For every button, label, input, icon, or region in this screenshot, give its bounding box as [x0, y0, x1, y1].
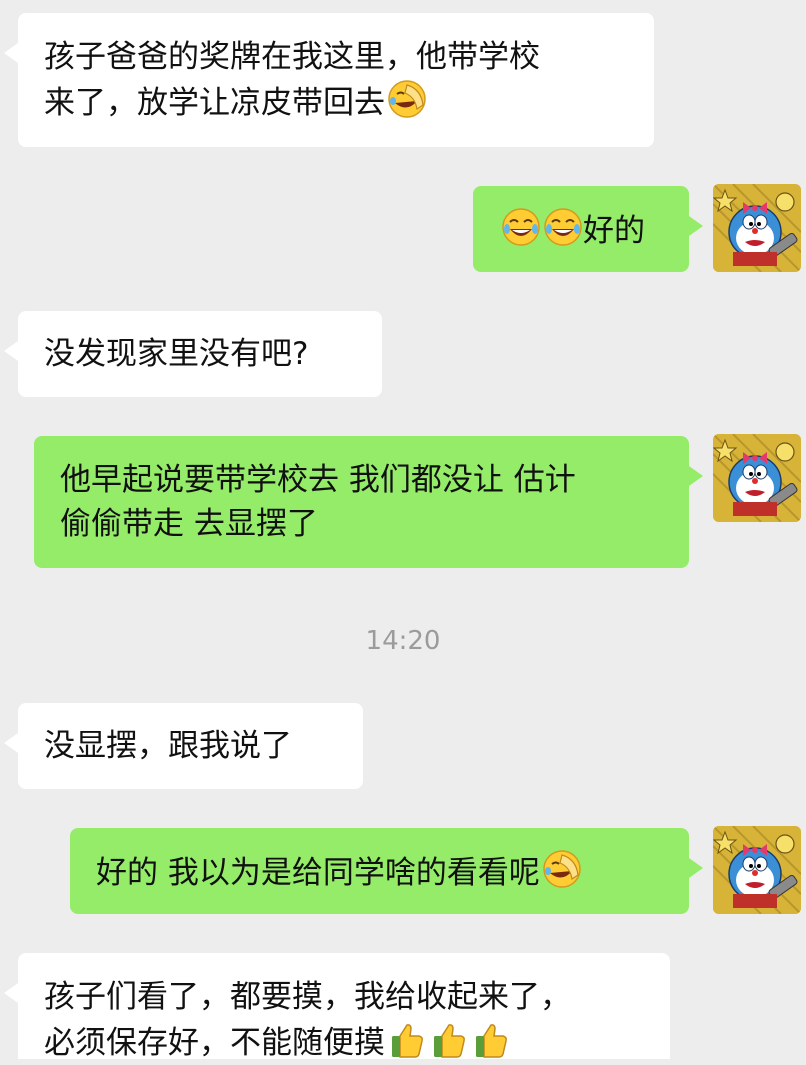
message-bubble-incoming[interactable]: 没发现家里没有吧?: [4, 311, 382, 397]
message-text: 没发现家里没有吧?: [44, 336, 309, 372]
laugh-cry-emoji-icon: [543, 207, 583, 247]
message-text: 好的 我以为是给同学啥的看看呢: [96, 855, 540, 891]
doraemon-avatar-icon[interactable]: [713, 184, 801, 272]
message-bubble-outgoing[interactable]: 好的 我以为是给同学啥的看看呢: [70, 828, 703, 914]
message-bubble-outgoing[interactable]: 他早起说要带学校去 我们都没让 估计 偷偷带走 去显摆了: [34, 436, 703, 568]
message-timestamp: 14:20: [365, 626, 441, 656]
message-text: 没显摆，跟我说了: [44, 728, 292, 764]
thumbs-up-emoji-icon: [387, 1019, 427, 1059]
message-bubble-incoming[interactable]: 没显摆，跟我说了: [4, 703, 363, 789]
thumbs-up-emoji-icon: [471, 1019, 511, 1059]
message-text: 他早起说要带学校去 我们都没让 估计: [60, 462, 576, 498]
message-bubble-incoming[interactable]: 孩子们看了，都要摸，我给收起来了， 必须保存好，不能随便摸: [4, 953, 670, 1061]
facepalm-laugh-emoji-icon: [542, 849, 582, 889]
facepalm-laugh-emoji-icon: [387, 79, 427, 119]
message-text: 偷偷带走 去显摆了: [60, 506, 318, 542]
thumbs-up-emoji-icon: [429, 1019, 469, 1059]
message-bubble-outgoing[interactable]: 好的: [473, 186, 703, 272]
laugh-cry-emoji-icon: [501, 207, 541, 247]
doraemon-avatar-icon[interactable]: [713, 826, 801, 914]
message-text: 孩子们看了，都要摸，我给收起来了，: [44, 979, 571, 1015]
message-text: 好的: [583, 213, 645, 249]
message-text: 孩子爸爸的奖牌在我这里，他带学校: [44, 39, 540, 75]
message-text: 来了，放学让凉皮带回去: [44, 85, 385, 121]
message-text: 必须保存好，不能随便摸: [44, 1025, 385, 1061]
message-bubble-incoming[interactable]: 孩子爸爸的奖牌在我这里，他带学校 来了，放学让凉皮带回去: [4, 13, 654, 147]
doraemon-avatar-icon[interactable]: [713, 434, 801, 522]
